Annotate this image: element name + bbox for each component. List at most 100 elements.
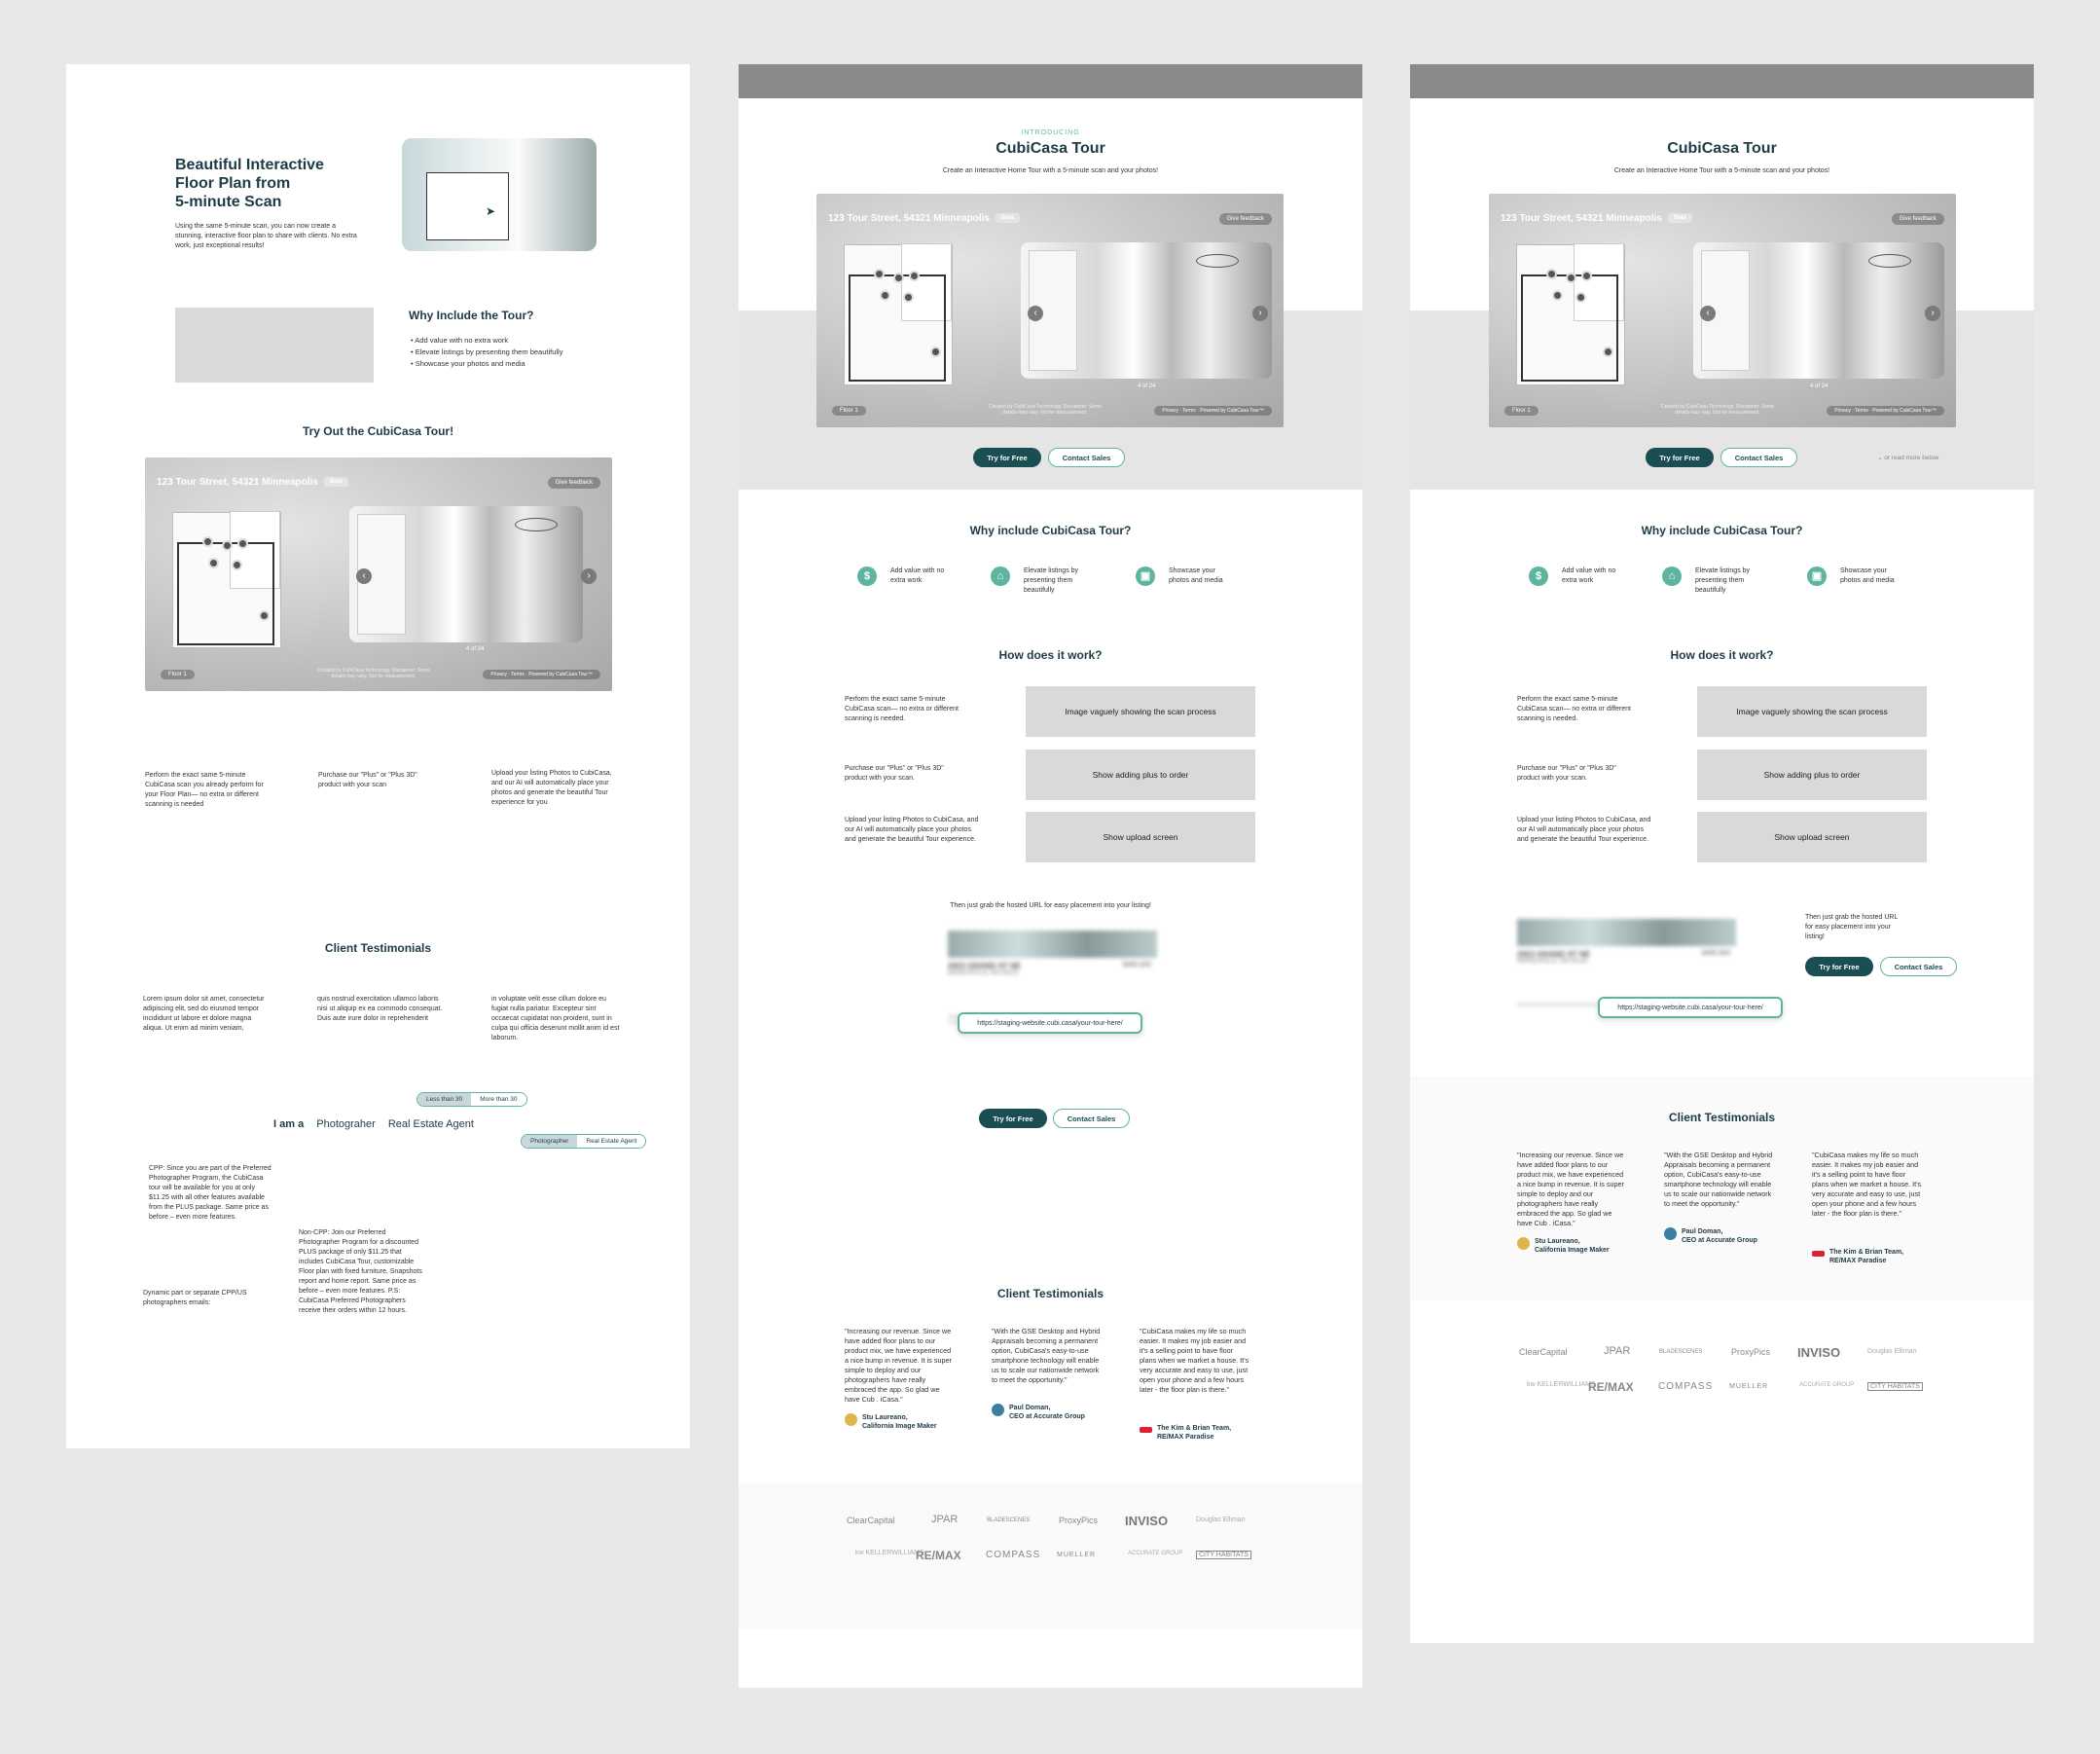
prev-arrow-icon[interactable]: ‹ — [1028, 306, 1043, 321]
floorplan[interactable] — [1516, 243, 1625, 385]
next-arrow-icon[interactable]: › — [1252, 306, 1268, 321]
contact-sales-button[interactable]: Contact Sales — [1048, 448, 1125, 467]
photo-marker[interactable] — [259, 610, 270, 621]
author-logo-icon — [845, 1413, 857, 1426]
hosted-url[interactable]: https://staging-website.cubi.casa/your-t… — [1598, 997, 1783, 1018]
why-title: Why include CubiCasa Tour? — [969, 524, 1132, 537]
photo-marker[interactable] — [893, 273, 904, 283]
why-item: • Elevate listings by presenting them be… — [411, 347, 563, 356]
why-title: Why include CubiCasa Tour? — [1641, 524, 1803, 537]
hero-image: ➤ — [402, 138, 597, 251]
hero-body: Using the same 5-minute scan, you can no… — [175, 223, 357, 249]
top-bar — [1410, 64, 2034, 98]
photo-marker[interactable] — [874, 269, 885, 279]
toggle-less-than-30[interactable]: Less than 30 — [417, 1093, 472, 1106]
artboard-v1: Beautiful Interactive Floor Plan from 5-… — [66, 64, 690, 1448]
photo-marker[interactable] — [222, 540, 233, 551]
feedback-button[interactable]: Give feedback — [1891, 213, 1944, 225]
prev-arrow-icon[interactable]: ‹ — [1700, 306, 1716, 321]
try-free-button[interactable]: Try for Free — [1646, 448, 1714, 467]
floor-selector[interactable]: Floor 1 — [1504, 406, 1539, 416]
feature-elevate: ⌂ Elevate listings by presenting them be… — [991, 566, 1092, 596]
feature-value: $ Add value with no extra work — [857, 566, 959, 586]
why-item: • Add value with no extra work — [411, 336, 509, 345]
photo-marker[interactable] — [1581, 271, 1592, 281]
photo-marker[interactable] — [208, 558, 219, 568]
feedback-button[interactable]: Give feedback — [1218, 213, 1272, 225]
how-step-image: Show upload screen — [1026, 812, 1255, 862]
feature-text: Add value with no extra work — [890, 567, 945, 584]
tour-footer[interactable]: Privacy · Terms · Powered by CubiCasa To… — [483, 670, 600, 679]
dollar-icon: $ — [857, 566, 877, 586]
how-step-image: Show adding plus to order — [1697, 749, 1927, 800]
photo-marker[interactable] — [1546, 269, 1557, 279]
tour-credit: Created by CubiCasa Technology. Disclaim… — [989, 404, 1102, 416]
beta-badge: Beta — [1668, 213, 1693, 224]
cursor-icon: ➤ — [486, 204, 496, 218]
tour-photo — [349, 506, 583, 642]
next-arrow-icon[interactable]: › — [581, 568, 597, 584]
toggle-more-than-30[interactable]: More than 30 — [471, 1093, 526, 1106]
try-title: Try Out the CubiCasa Tour! — [302, 424, 454, 438]
iam-agent[interactable]: Real Estate Agent — [388, 1118, 474, 1130]
how-title: How does it work? — [998, 648, 1103, 662]
logo-compass: COMPASS — [1658, 1381, 1714, 1392]
photo-marker[interactable] — [202, 536, 213, 547]
page-subtitle: Create an Interactive Home Tour with a 5… — [1613, 167, 1830, 174]
floor-selector[interactable]: Floor 1 — [161, 670, 195, 679]
logo-kw: kw KELLERWILLIAMS — [855, 1550, 924, 1556]
floorplan-wall — [849, 274, 946, 382]
hero-title-line: Beautiful Interactive — [175, 157, 324, 173]
try-free-button[interactable]: Try for Free — [1805, 957, 1873, 976]
floorplan[interactable] — [844, 243, 953, 385]
toggle-photographer[interactable]: Photographer — [522, 1135, 578, 1148]
try-free-button[interactable]: Try for Free — [973, 448, 1041, 467]
feature-text: Elevate listings by presenting them beau… — [1024, 567, 1079, 594]
iam-photographer[interactable]: Photograher — [316, 1118, 376, 1130]
volume-toggle[interactable]: Less than 30 More than 30 — [416, 1092, 527, 1107]
quote-author: The Kim & Brian Team, RE/MAX Paradise — [1812, 1248, 1903, 1265]
prev-arrow-icon[interactable]: ‹ — [356, 568, 372, 584]
logo-proxypics: ProxyPics — [1731, 1347, 1771, 1357]
beta-badge: Beta — [324, 477, 349, 488]
tour-widget[interactable]: 123 Tour Street, 54321 Minneapolis Beta G… — [816, 194, 1284, 427]
feature-showcase: ▣ Showcase your photos and media — [1136, 566, 1237, 586]
quote-text: "With the GSE Desktop and Hybrid Apprais… — [1664, 1151, 1773, 1208]
tour-footer[interactable]: Privacy · Terms · Powered by CubiCasa To… — [1827, 406, 1944, 416]
how-step-image: Image vaguely showing the scan process — [1697, 686, 1927, 737]
floorplan-thumb — [426, 172, 509, 240]
floor-selector[interactable]: Floor 1 — [832, 406, 866, 416]
role-toggle[interactable]: Photographer Real Estate Agent — [521, 1134, 647, 1149]
photo-marker[interactable] — [930, 347, 941, 357]
read-more-link[interactable]: ⌄ or read more below — [1877, 454, 1938, 461]
author-name: Paul Doman, — [1009, 1405, 1051, 1411]
feature-text: Showcase your photos and media — [1840, 567, 1895, 584]
photo-marker[interactable] — [1552, 290, 1563, 301]
contact-sales-button[interactable]: Contact Sales — [1880, 957, 1957, 976]
toggle-agent[interactable]: Real Estate Agent — [577, 1135, 646, 1148]
feature-value: $ Add value with no extra work — [1529, 566, 1630, 586]
author-logo-icon — [1517, 1237, 1530, 1250]
contact-sales-button[interactable]: Contact Sales — [1720, 448, 1797, 467]
photo-marker[interactable] — [880, 290, 890, 301]
photo-marker[interactable] — [903, 292, 914, 303]
hosted-url[interactable]: https://staging-website.cubi.casa/your-t… — [958, 1012, 1142, 1034]
try-free-button[interactable]: Try for Free — [979, 1109, 1047, 1128]
photo-marker[interactable] — [237, 538, 248, 549]
photo-marker[interactable] — [909, 271, 920, 281]
next-arrow-icon[interactable]: › — [1925, 306, 1940, 321]
photo-marker[interactable] — [1603, 347, 1613, 357]
floorplan[interactable] — [172, 511, 281, 648]
tour-widget[interactable]: 123 Tour Street, 54321 Minneapolis Beta G… — [145, 457, 612, 691]
photo-marker[interactable] — [1566, 273, 1576, 283]
contact-sales-button[interactable]: Contact Sales — [1053, 1109, 1130, 1128]
photo-counter: 4 of 24 — [1138, 384, 1156, 389]
hosted-text: Then just grab the hosted URL for easy p… — [1805, 914, 1899, 940]
feature-text: Elevate listings by presenting them beau… — [1695, 567, 1751, 594]
tour-footer[interactable]: Privacy · Terms · Powered by CubiCasa To… — [1154, 406, 1272, 416]
photo-marker[interactable] — [1575, 292, 1586, 303]
tour-widget[interactable]: 123 Tour Street, 54321 Minneapolis Beta G… — [1489, 194, 1956, 427]
feedback-button[interactable]: Give feedback — [547, 477, 600, 489]
photo-marker[interactable] — [232, 560, 242, 570]
tour-photo — [1021, 242, 1272, 379]
